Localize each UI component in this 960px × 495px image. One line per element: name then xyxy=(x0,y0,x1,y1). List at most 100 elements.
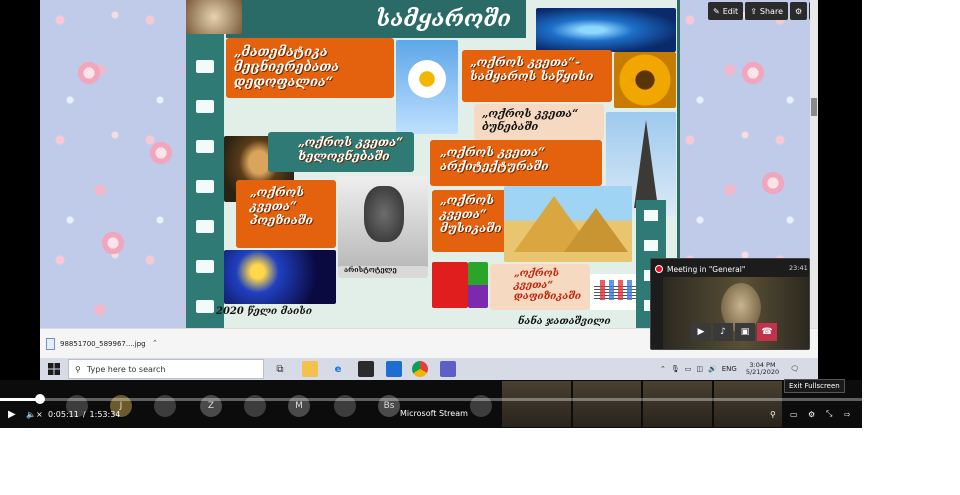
tile-architecture: „ოქროს კვეთა“ არქიტექტურაში xyxy=(430,140,602,186)
slide-title: სამყაროში xyxy=(376,6,512,32)
battery-icon[interactable]: ▭ xyxy=(685,365,692,373)
store-icon[interactable] xyxy=(358,361,374,377)
film-hole xyxy=(196,300,214,313)
letterbox-left xyxy=(0,0,40,380)
edit-label: Edit xyxy=(722,6,739,16)
share-button[interactable]: ⇪ Share xyxy=(745,2,788,20)
exit-fullscreen-tooltip: Exit Fullscreen xyxy=(784,379,845,393)
graphic-color-blocks xyxy=(468,262,488,308)
volume-button[interactable]: 🔈× xyxy=(26,406,43,422)
tile-label: „ოქროს კვეთა“ მუსიკაში xyxy=(440,193,502,235)
tile-label: „ოქროს კვეთა“ პოეზიაში xyxy=(250,185,314,227)
microphone-icon[interactable]: 🎙 xyxy=(671,365,680,373)
microphone-icon: ♪ xyxy=(720,327,726,337)
task-view-icon[interactable]: ⧉ xyxy=(272,361,288,377)
chevron-up-icon[interactable]: ⌃ xyxy=(152,339,158,347)
film-hole xyxy=(196,180,214,193)
meeting-timer: 23:41 xyxy=(789,264,808,272)
share-label: Share xyxy=(759,6,783,16)
tile-label: „ოქროს კვეთა“ არქიტექტურაში xyxy=(440,145,549,173)
search-icon: ⚲ xyxy=(75,364,81,374)
mail-icon[interactable] xyxy=(386,361,402,377)
portrait-caption: არისტოტელე xyxy=(344,265,397,274)
settings-button[interactable]: ⚙ xyxy=(790,2,808,20)
windows-icon xyxy=(48,363,60,375)
teams-meeting-window[interactable]: Meeting in "General" 23:41 ▶ ♪ ▣ ☎ xyxy=(650,258,810,350)
photo-sunflower xyxy=(614,52,676,108)
tile-label: „ოქროს კვეთა“ ხელოვნებაში xyxy=(298,135,404,163)
download-item[interactable]: 98851700_589967....jpg xyxy=(46,334,166,354)
stream-label: Microsoft Stream xyxy=(400,409,468,418)
graphic-red-square xyxy=(432,262,468,308)
chrome-icon[interactable] xyxy=(412,361,428,377)
camera-icon: ▶ xyxy=(697,327,705,337)
progress-bar[interactable] xyxy=(0,394,862,404)
system-tray: ⌃ 🎙 ▭ ◫ 🔊 ENG 3:04 PM 5/21/2020 🗨 xyxy=(660,358,799,380)
share-button[interactable]: ⇨ xyxy=(844,406,851,422)
hang-up-icon: ☎ xyxy=(761,327,773,337)
mute-button[interactable]: ♪ xyxy=(713,323,733,341)
photo-daisy xyxy=(396,40,458,134)
clock[interactable]: 3:04 PM 5/21/2020 xyxy=(745,361,780,376)
wallpaper-flower xyxy=(760,170,786,196)
letterbox-right xyxy=(818,0,862,380)
chevron-up-icon[interactable]: ⌃ xyxy=(660,365,666,373)
film-hole xyxy=(196,100,214,113)
volume-icon[interactable]: 🔊 xyxy=(708,365,717,373)
presentation-slide: სამყაროში „მათემატიკა მეცნიერებათა დედოფ… xyxy=(186,0,680,328)
tile-label: „ოქროს კვეთა“ ბუნებაში xyxy=(482,107,579,133)
film-hole xyxy=(196,60,214,73)
film-hole xyxy=(196,140,214,153)
wallpaper-flower xyxy=(740,60,766,86)
video-player[interactable]: სამყაროში „მათემატიკა მეცნიერებათა დედოფ… xyxy=(0,0,862,428)
exit-fullscreen-icon: ⤡ xyxy=(826,409,833,418)
total-duration: 1:53:34 xyxy=(89,409,121,419)
meeting-title-bar: Meeting in "General" xyxy=(655,262,745,276)
share-icon: ⇪ xyxy=(750,6,757,16)
slide-footer-author: ნანა ჯათაშვილი xyxy=(518,316,611,327)
edit-button[interactable]: ✎ Edit xyxy=(708,2,744,20)
file-explorer-icon[interactable] xyxy=(302,361,318,377)
slide-toolbar: ✎ Edit ⇪ Share ⚙ ⋯ xyxy=(708,2,818,20)
exit-fullscreen-button[interactable]: ⤡ xyxy=(826,406,832,422)
current-time: 0:05:11 xyxy=(48,409,79,419)
progress-handle[interactable] xyxy=(34,394,45,404)
hang-up-button[interactable]: ☎ xyxy=(757,323,777,341)
tile-nature: „ოქროს კვეთა“ ბუნებაში xyxy=(474,104,604,140)
language-indicator[interactable]: ENG xyxy=(722,365,737,373)
share-icon: ⇨ xyxy=(844,409,851,419)
vertical-scrollbar[interactable] xyxy=(810,0,818,328)
play-icon: ▶ xyxy=(8,408,16,420)
play-button[interactable]: ▶ xyxy=(8,406,16,422)
search-placeholder: Type here to search xyxy=(86,364,166,374)
photo-rustaveli-portrait xyxy=(338,176,428,268)
notification-icon[interactable]: 🗨 xyxy=(790,365,799,373)
tile-label: „ოქროს კვეთა“- სამყაროს საწყისი xyxy=(470,55,594,83)
wallpaper-flower xyxy=(76,60,102,86)
teams-icon[interactable] xyxy=(440,361,456,377)
wallpaper-flower xyxy=(100,230,126,256)
scrollbar-thumb[interactable] xyxy=(811,98,817,116)
settings-button[interactable]: ⚙ xyxy=(808,406,815,422)
captions-icon: ▭ xyxy=(790,409,798,419)
search-icon: ⚲ xyxy=(770,409,776,419)
tile-mathematics: „მათემატიკა მეცნიერებათა დედოფალია“ xyxy=(226,38,394,98)
progress-fill xyxy=(0,398,40,401)
photo-compass xyxy=(186,0,242,34)
captions-button[interactable]: ▭ xyxy=(790,406,798,422)
search-transcript-button[interactable]: ⚲ xyxy=(770,406,776,422)
share-screen-button[interactable]: ▣ xyxy=(735,323,755,341)
clock-date: 5/21/2020 xyxy=(745,368,780,376)
tile-label: „მათემატიკა მეცნიერებათა დედოფალია“ xyxy=(234,45,340,90)
edge-icon[interactable]: e xyxy=(330,361,346,377)
recording-icon xyxy=(655,265,663,273)
network-icon[interactable]: ◫ xyxy=(696,365,703,373)
tile-poetry: „ოქროს კვეთა“ პოეზიაში xyxy=(236,180,336,248)
pencil-icon: ✎ xyxy=(713,6,720,16)
start-button[interactable] xyxy=(40,358,68,380)
time-separator: / xyxy=(82,409,86,419)
taskbar-search-box[interactable]: ⚲ Type here to search xyxy=(68,359,264,379)
time-display: 0:05:11 / 1:53:34 xyxy=(48,406,120,422)
camera-button[interactable]: ▶ xyxy=(691,323,711,341)
gear-icon: ⚙ xyxy=(808,409,816,419)
